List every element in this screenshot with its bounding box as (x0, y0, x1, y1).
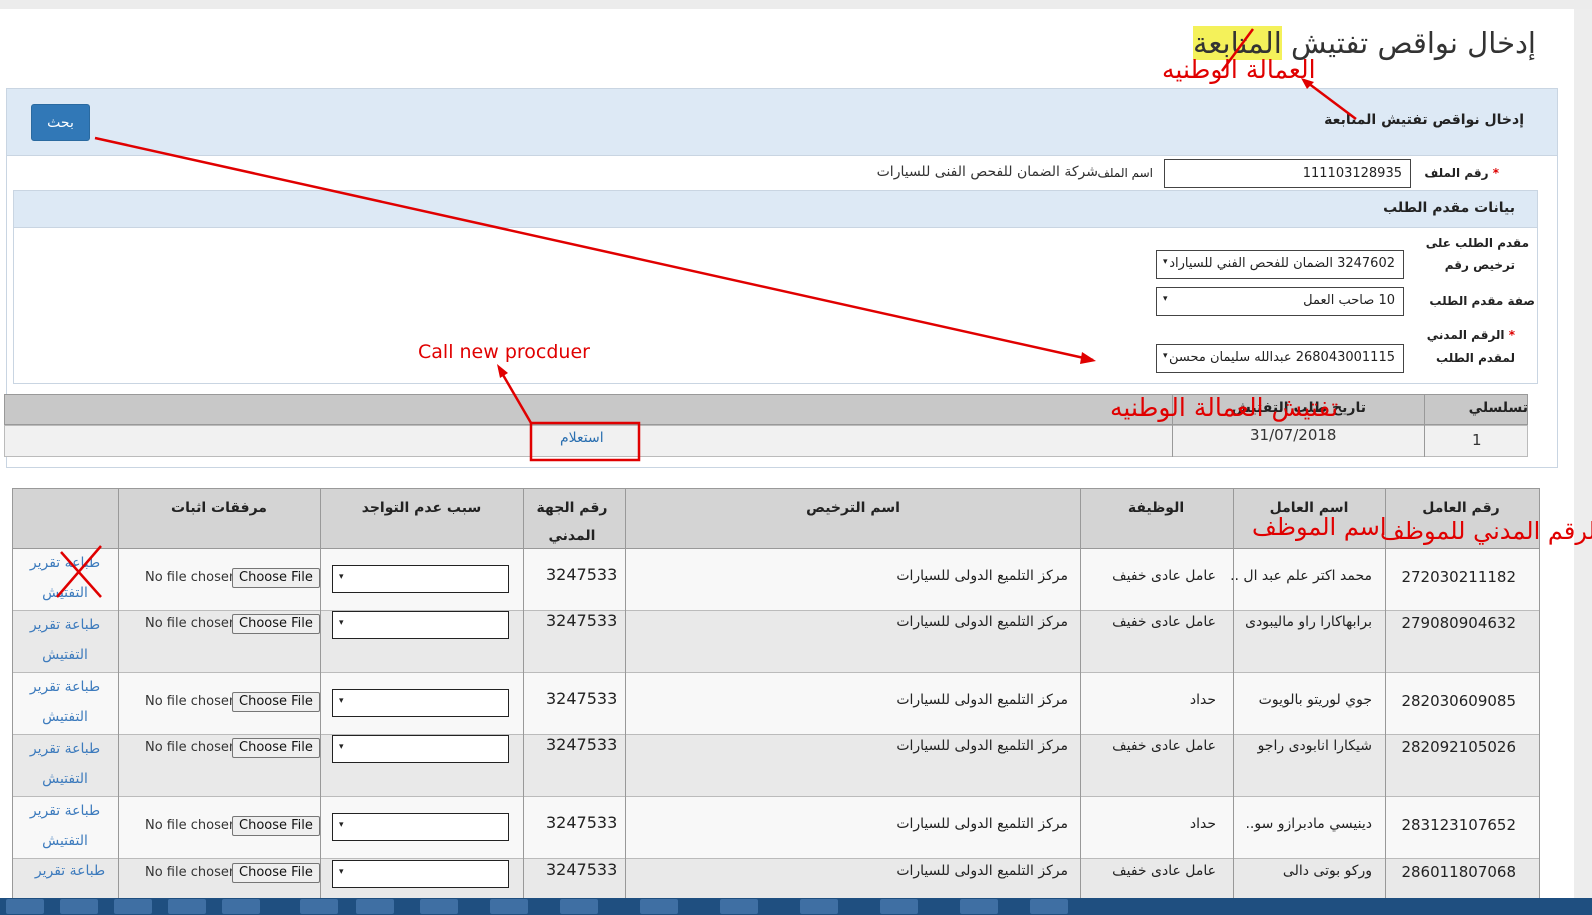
annotation-arrow-head (497, 364, 508, 378)
taskbar-app-button[interactable] (1030, 899, 1068, 914)
taskbar-app-button[interactable] (720, 899, 758, 914)
windows-taskbar (0, 898, 1592, 915)
taskbar-app-button[interactable] (222, 899, 260, 914)
taskbar-app-button[interactable] (560, 899, 598, 914)
annotation-employee-civil-id: الرقم المدني للموظف (1380, 517, 1592, 545)
annotation-arrow-line (1303, 79, 1357, 120)
taskbar-app-button[interactable] (168, 899, 206, 914)
taskbar-app-button[interactable] (356, 899, 394, 914)
taskbar-app-button[interactable] (490, 899, 528, 914)
annotation-employee-name: اسم الموظف (1252, 513, 1387, 541)
annotation-overlay (56, 28, 1357, 598)
taskbar-app-button[interactable] (800, 899, 838, 914)
taskbar-app-button[interactable] (880, 899, 918, 914)
start-button[interactable] (6, 899, 44, 914)
annotation-cross-line (60, 551, 102, 598)
annotation-national-labor-inspection: تفتيش العمالة الوطنيه (1110, 393, 1339, 422)
annotation-national-labor: العمالة الوطنيه (1162, 55, 1316, 84)
annotation-arrow-head (1080, 352, 1096, 364)
annotation-arrow-line (94, 136, 1094, 362)
taskbar-app-button[interactable] (114, 899, 152, 914)
taskbar-app-button[interactable] (420, 899, 458, 914)
taskbar-app-button[interactable] (60, 899, 98, 914)
taskbar-app-button[interactable] (300, 899, 338, 914)
annotation-call-new-procedure: Call new procduer (418, 341, 590, 363)
taskbar-app-button[interactable] (960, 899, 998, 914)
annotation-highlight-box (529, 421, 641, 462)
annotation-arrow-line (497, 367, 533, 424)
taskbar-app-button[interactable] (640, 899, 678, 914)
